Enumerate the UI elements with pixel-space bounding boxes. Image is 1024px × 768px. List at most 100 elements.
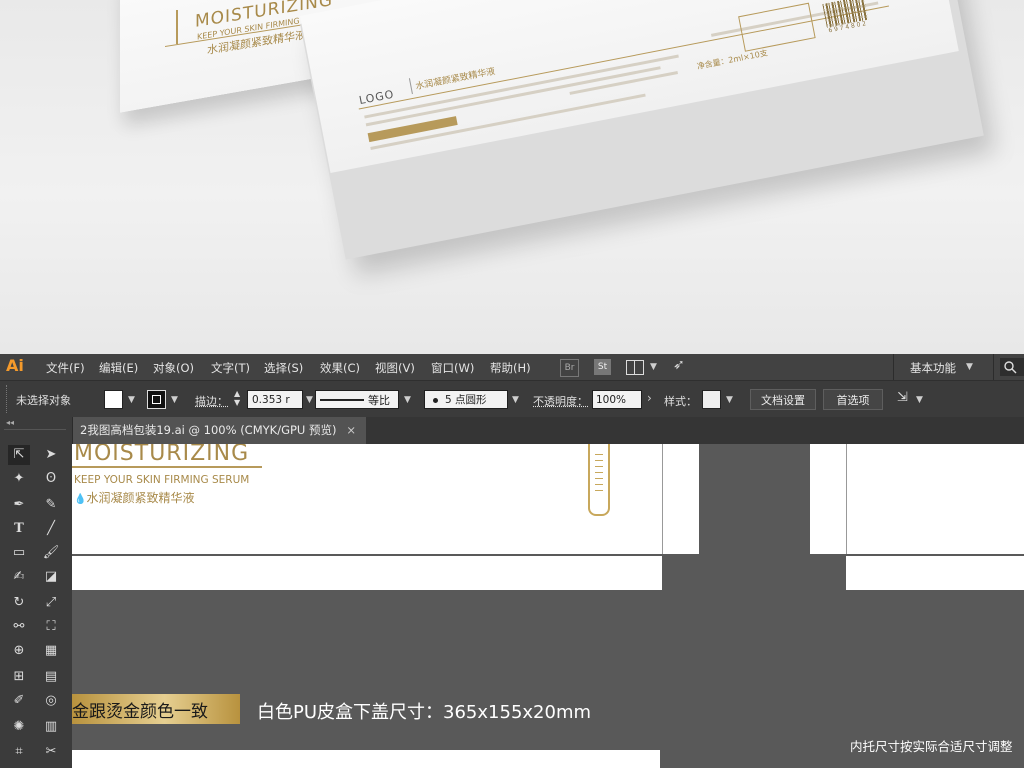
- brush-definition[interactable]: 5 点圆形: [424, 390, 508, 409]
- lasso-tool-icon[interactable]: ʘ: [40, 469, 62, 489]
- rotate-tool-icon[interactable]: ↻: [8, 593, 30, 613]
- control-bar: 未选择对象 ▼ ▼ 描边： ▲ ▼ 0.353 r ▼ 等比 ▼ 5 点圆形 ▼ …: [0, 380, 1024, 419]
- perspective-grid-tool-icon[interactable]: ▦: [40, 641, 62, 661]
- opacity-input[interactable]: 100%: [592, 390, 642, 409]
- artboard-right-flap: [810, 444, 846, 554]
- artboard-right-panel: [846, 444, 1024, 554]
- chevron-down-icon[interactable]: ▼: [726, 395, 733, 405]
- document-tab[interactable]: 2我图高档包装19.ai @ 100% (CMYK/GPU 预览) ×: [72, 417, 366, 444]
- direct-selection-tool-icon[interactable]: ➤: [40, 445, 62, 465]
- drop-icon: 💧: [74, 494, 87, 505]
- menu-edit[interactable]: 编辑(E): [99, 360, 138, 376]
- chevron-down-icon[interactable]: ▼: [512, 395, 519, 405]
- artboard-gold-rule: [72, 466, 262, 468]
- blend-tool-icon[interactable]: ◎: [40, 691, 62, 711]
- menu-window[interactable]: 窗口(W): [431, 360, 474, 376]
- tools-panel: ◂◂ ⇱ ➤ ✦ ʘ ✒ ✎ T ╱ ▭ 🖌 ✍ ◪ ↻ ⤢ ⚯ ⛶ ⊕ ▦ ⊞…: [0, 417, 73, 768]
- scale-tool-icon[interactable]: ⤢: [40, 593, 62, 613]
- chevron-down-icon[interactable]: ▼: [916, 395, 923, 405]
- artboard-side-flap: [662, 444, 699, 554]
- free-transform-tool-icon[interactable]: ⛶: [40, 617, 62, 637]
- menu-file[interactable]: 文件(F): [46, 360, 85, 376]
- symbol-sprayer-tool-icon[interactable]: ✺: [8, 717, 30, 737]
- chevron-down-icon[interactable]: ▼: [650, 362, 657, 372]
- menu-object[interactable]: 对象(O): [153, 360, 194, 376]
- gradient-tool-icon[interactable]: ▤: [40, 667, 62, 687]
- type-tool-icon[interactable]: T: [8, 519, 30, 539]
- paintbrush-tool-icon[interactable]: 🖌: [40, 543, 62, 563]
- search-icon: [1004, 361, 1017, 374]
- artboard-right-edge: [846, 556, 1024, 590]
- panel-divider: [4, 429, 66, 430]
- rectangle-tool-icon[interactable]: ▭: [8, 543, 30, 563]
- menu-view[interactable]: 视图(V): [375, 360, 415, 376]
- column-graph-tool-icon[interactable]: ▥: [40, 717, 62, 737]
- info-box: [738, 2, 816, 52]
- arrange-documents-icon[interactable]: [626, 360, 644, 375]
- shaper-tool-icon[interactable]: ✍: [8, 567, 30, 587]
- artboard-cn-name-text: 水润凝颜紧致精华液: [86, 491, 195, 505]
- menu-divider: [893, 354, 894, 380]
- close-tab-icon[interactable]: ×: [346, 417, 356, 444]
- product-mockup-image: MOISTURIZING KEEP YOUR SKIN FIRMING SERU…: [0, 0, 1024, 354]
- shape-builder-tool-icon[interactable]: ⊕: [8, 641, 30, 661]
- chevron-down-icon[interactable]: ▼: [306, 395, 313, 405]
- magic-wand-tool-icon[interactable]: ✦: [8, 469, 30, 489]
- width-tool-icon[interactable]: ⚯: [8, 617, 30, 637]
- artboard-subtitle[interactable]: KEEP YOUR SKIN FIRMING SERUM: [74, 474, 249, 486]
- eyedropper-tool-icon[interactable]: ✐: [8, 691, 30, 711]
- style-label: 样式：: [664, 395, 697, 408]
- stroke-stepper[interactable]: ▲ ▼: [234, 389, 240, 407]
- workspace-switcher[interactable]: 基本功能: [910, 360, 956, 376]
- document-setup-button[interactable]: 文档设置: [750, 389, 816, 410]
- net-content: 净含量：2ml×10支: [696, 48, 769, 72]
- menu-divider: [993, 354, 994, 380]
- menu-effect[interactable]: 效果(C): [320, 360, 360, 376]
- artboard-cn-name[interactable]: 💧水润凝颜紧致精华液: [74, 489, 194, 506]
- stroke-swatch[interactable]: [147, 390, 166, 409]
- artboard-lid-edge: [72, 556, 662, 590]
- opacity-label: 不透明度：: [533, 395, 588, 408]
- panel-grip[interactable]: [6, 385, 10, 413]
- brush-dot-icon: [433, 397, 438, 403]
- menu-select[interactable]: 选择(S): [264, 360, 303, 376]
- gold-foil-note[interactable]: 金跟烫金颜色一致: [72, 694, 240, 724]
- artboard-top-panel: MOISTURIZING KEEP YOUR SKIN FIRMING SERU…: [72, 444, 662, 554]
- graphic-style-swatch[interactable]: [702, 390, 721, 409]
- selection-status: 未选择对象: [16, 394, 71, 407]
- search-field[interactable]: [1000, 358, 1024, 376]
- variable-width-profile[interactable]: 等比: [315, 390, 399, 409]
- chevron-down-icon[interactable]: ▼: [966, 362, 973, 372]
- collapse-panel-icon[interactable]: ◂◂: [6, 418, 14, 427]
- slice-tool-icon[interactable]: ✂: [40, 742, 62, 762]
- stroke-label: 描边：: [195, 395, 228, 408]
- curvature-tool-icon[interactable]: ✎: [40, 495, 62, 515]
- fill-swatch[interactable]: [104, 390, 123, 409]
- line-segment-tool-icon[interactable]: ╱: [40, 519, 62, 539]
- illustrator-app-icon[interactable]: Ai: [6, 356, 24, 375]
- artboard-bottom-panel: [72, 750, 660, 768]
- preferences-button[interactable]: 首选项: [823, 389, 883, 410]
- gold-foil-note-text: 金跟烫金颜色一致: [72, 702, 208, 722]
- arrange-icon[interactable]: ⇲: [897, 390, 908, 405]
- menu-help[interactable]: 帮助(H): [490, 360, 531, 376]
- mesh-tool-icon[interactable]: ⊞: [8, 667, 30, 687]
- tray-size-note[interactable]: 内托尺寸按实际合适尺寸调整: [850, 736, 1013, 755]
- chevron-down-icon[interactable]: ▼: [404, 395, 411, 405]
- eraser-tool-icon[interactable]: ◪: [40, 567, 62, 587]
- artboard-tool-icon[interactable]: ⌗: [8, 742, 30, 762]
- selection-tool-icon[interactable]: ⇱: [8, 445, 30, 465]
- stock-icon[interactable]: St: [594, 359, 611, 375]
- stroke-weight-input[interactable]: 0.353 r: [247, 390, 303, 409]
- bridge-icon[interactable]: Br: [560, 359, 579, 377]
- pen-tool-icon[interactable]: ✒: [8, 495, 30, 515]
- box-size-note[interactable]: 白色PU皮盒下盖尺寸：365x155x20mm: [257, 698, 591, 724]
- canvas-area[interactable]: MOISTURIZING KEEP YOUR SKIN FIRMING SERU…: [72, 444, 1024, 768]
- serum-vial-outline[interactable]: [588, 444, 610, 516]
- artboard-brand[interactable]: MOISTURIZING: [74, 444, 249, 466]
- chevron-down-icon[interactable]: ▼: [128, 395, 135, 405]
- chevron-down-icon[interactable]: ▼: [171, 395, 178, 405]
- gpu-rocket-icon[interactable]: ➶: [673, 357, 685, 373]
- chevron-right-icon[interactable]: ›: [647, 391, 652, 405]
- menu-type[interactable]: 文字(T): [211, 360, 250, 376]
